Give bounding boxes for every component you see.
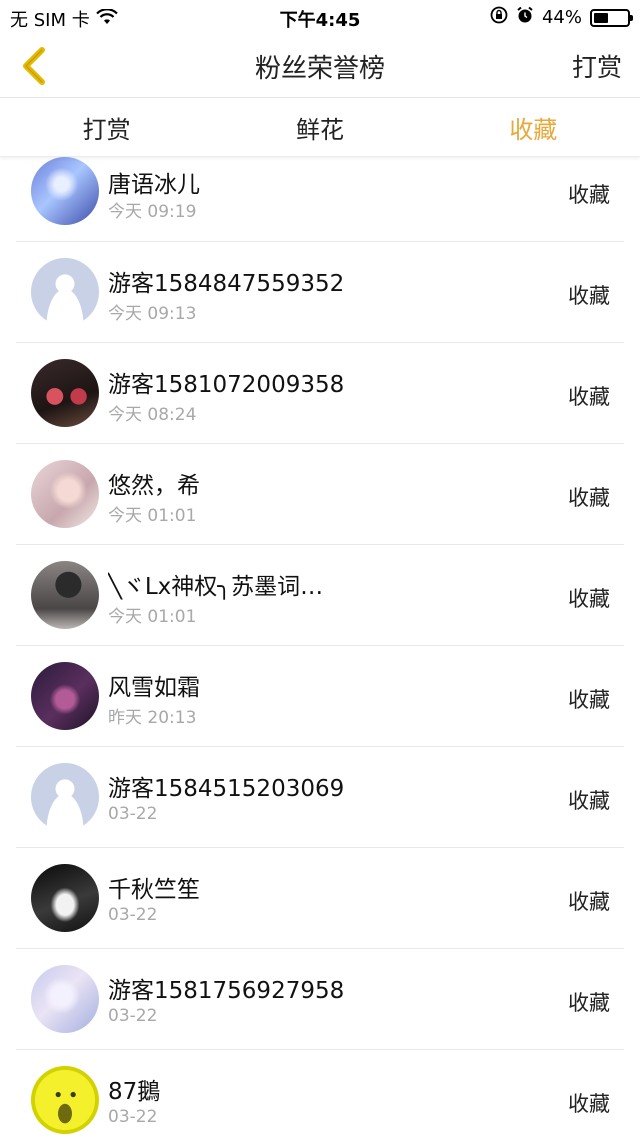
list-item[interactable]: 游客1581072009358 今天 08:24 收藏 [16,343,624,444]
user-name: 千秋竺笙 [108,877,200,903]
status-bar: 无 SIM 卡 下午4:45 44% [0,0,640,34]
avatar[interactable] [31,258,99,326]
action-label: 收藏 [568,688,610,712]
page-title: 粉丝荣誉榜 [254,54,385,84]
tab-reward[interactable]: 打赏 [0,99,213,156]
list-item[interactable]: 风雪如霜昨天 20:13 收藏 [16,646,624,747]
user-name: 游客1581756927958 [108,978,345,1004]
orientation-lock-icon [490,6,508,29]
list-item[interactable]: 游客1581756927958 03-22 收藏 [16,949,624,1050]
avatar[interactable] [31,359,99,427]
avatar[interactable] [31,662,99,730]
avatar[interactable] [31,763,99,831]
list-item[interactable]: 千秋竺笙 03-22 收藏 [16,848,624,949]
timestamp: 03-22 [108,804,158,824]
user-name: 游客1581072009358 [108,372,345,398]
action-label: 收藏 [568,890,610,914]
user-name: 游客1584847559352 [108,271,345,297]
timestamp: 今天 09:13 [108,304,197,324]
list-item[interactable]: 唐语冰儿今天 09:19 收藏 [16,157,624,242]
battery-percent: 44% [541,7,582,28]
action-label: 收藏 [568,284,610,308]
action-label: 收藏 [568,1092,610,1116]
avatar[interactable] [31,965,99,1033]
user-name: ╲ヾLx神权╮苏墨词… [108,574,324,600]
tab-favorites[interactable]: 收藏 [427,99,640,156]
list-item[interactable]: 悠然，希今天 01:01 收藏 [16,444,624,545]
timestamp: 今天 08:24 [108,405,197,425]
user-name: 唐语冰儿 [108,172,200,198]
alarm-icon [516,6,534,29]
action-label: 收藏 [568,587,610,611]
user-name: 87鵝 [108,1079,161,1105]
timestamp: 昨天 20:13 [108,708,197,728]
battery-level [594,12,608,23]
timestamp: 今天 09:19 [108,202,197,222]
avatar[interactable] [31,157,99,225]
list-item[interactable]: 87鵝 03-22 收藏 [16,1050,624,1138]
action-label: 收藏 [568,789,610,813]
fan-list: 唐语冰儿 今天 09:19 收藏 游客1584847559352 今天 09:13 收藏游… [0,157,640,1138]
status-right: 44% [490,6,633,29]
reward-button[interactable]: 打赏 [572,48,622,84]
tab-flowers[interactable]: 鲜花 [213,99,426,156]
user-name: 悠然，希 [108,473,200,499]
action-label: 收藏 [568,183,610,207]
timestamp: 今天 01:01 [108,506,197,526]
list-item[interactable]: ╲ヾLx神权╮苏墨词… 今天 01:01 收藏 [16,545,624,646]
user-name: 游客1584515203069 [108,776,345,802]
timestamp: 03-22 [108,1006,158,1026]
timestamp: 03-22 [108,1107,158,1127]
timestamp: 03-22 [108,905,158,925]
battery-icon [590,8,633,27]
action-label: 收藏 [568,486,610,510]
user-name: 风雪如霜 [108,675,200,701]
avatar[interactable] [31,460,99,528]
tab-bar: 打赏 鲜花 收藏 [0,99,640,157]
timestamp: 今天 01:01 [108,607,197,627]
action-label: 收藏 [568,385,610,409]
nav-bar: 粉丝荣誉榜 打赏 [0,34,640,98]
action-label: 收藏 [568,991,610,1015]
avatar[interactable] [31,864,99,932]
avatar[interactable] [31,561,99,629]
list-item[interactable]: 游客1584847559352 今天 09:13 收藏 [16,242,624,343]
avatar[interactable] [31,1066,99,1134]
list-item[interactable]: 游客1584515203069 03-22 收藏 [16,747,624,848]
